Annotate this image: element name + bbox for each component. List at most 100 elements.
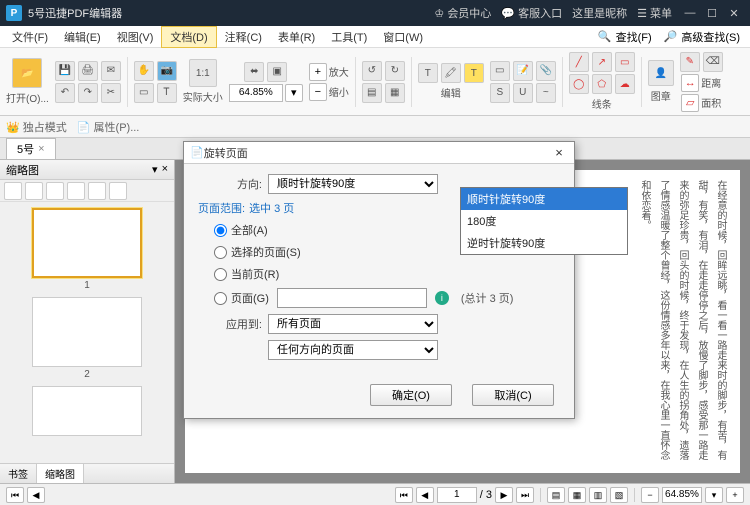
doc-tab[interactable]: 5号×: [6, 138, 56, 159]
sb-zoom-input[interactable]: [662, 487, 702, 503]
menu-form[interactable]: 表单(R): [270, 27, 323, 47]
rotate-left-icon[interactable]: ↺: [362, 61, 382, 81]
sb-first[interactable]: ⏮: [395, 487, 413, 503]
save-icon[interactable]: 💾: [55, 61, 75, 81]
sb-next[interactable]: ▶: [495, 487, 513, 503]
hamburger-menu[interactable]: ☰ 菜单: [637, 5, 672, 21]
menu-view[interactable]: 视图(V): [109, 27, 162, 47]
textbox-icon[interactable]: ▭: [490, 61, 510, 81]
member-center-link[interactable]: ♔ 会员中心: [434, 5, 491, 21]
maximize-button[interactable]: ☐: [702, 7, 722, 20]
actual-size-icon[interactable]: 1:1: [189, 59, 217, 87]
underline-icon[interactable]: U: [513, 83, 533, 103]
highlight-icon[interactable]: T: [464, 63, 484, 83]
thumbnail-1[interactable]: 1: [32, 208, 142, 291]
snapshot-icon[interactable]: 📷: [157, 61, 177, 81]
sb-layout-1[interactable]: ▤: [547, 487, 565, 503]
sb-zoom-in[interactable]: +: [726, 487, 744, 503]
polygon-icon[interactable]: ⬠: [592, 74, 612, 94]
exclusive-mode[interactable]: 👑 独占模式: [6, 119, 67, 135]
area-icon[interactable]: ▱: [681, 94, 699, 112]
radio-current[interactable]: 当前页(R): [214, 266, 560, 282]
thumb-tool-2[interactable]: [25, 182, 43, 200]
foot-thumbnails[interactable]: 缩略图: [37, 464, 84, 483]
note-icon[interactable]: 📝: [513, 61, 533, 81]
sb-layout-3[interactable]: ▥: [589, 487, 607, 503]
squiggly-icon[interactable]: ~: [536, 83, 556, 103]
cut-icon[interactable]: ✂: [101, 83, 121, 103]
eraser-icon[interactable]: ⌫: [703, 52, 723, 72]
sb-prev[interactable]: ◀: [416, 487, 434, 503]
open-icon[interactable]: 📂: [12, 58, 42, 88]
zoom-in-button[interactable]: +: [309, 63, 327, 81]
redo-icon[interactable]: ↷: [78, 83, 98, 103]
strikeout-icon[interactable]: S: [490, 83, 510, 103]
zoom-input[interactable]: [229, 84, 283, 102]
foot-bookmarks[interactable]: 书签: [0, 464, 37, 483]
menu-file[interactable]: 文件(F): [4, 27, 56, 47]
option-180[interactable]: 180度: [461, 210, 627, 232]
print-icon[interactable]: 🖨: [78, 61, 98, 81]
menu-comment[interactable]: 注释(C): [217, 27, 270, 47]
thumb-tool-3[interactable]: [46, 182, 64, 200]
minimize-button[interactable]: —: [680, 7, 700, 20]
line-icon[interactable]: ╱: [569, 52, 589, 72]
panel-menu-icon[interactable]: ▾: [152, 163, 158, 176]
advanced-find-button[interactable]: 🔎高级查找(S): [658, 29, 746, 45]
menu-edit[interactable]: 编辑(E): [56, 27, 109, 47]
radio-pages[interactable]: 页面(G) i (总计 3 页): [214, 288, 560, 308]
panel-close-icon[interactable]: ×: [162, 163, 168, 176]
attach-icon[interactable]: 📎: [536, 61, 556, 81]
text-select-icon[interactable]: Ꭲ: [157, 83, 177, 103]
apply-pages-select[interactable]: 所有页面: [268, 314, 438, 334]
apply-orientation-select[interactable]: 任何方向的页面: [268, 340, 438, 360]
zoom-dropdown[interactable]: ▾: [285, 84, 303, 102]
cloud-icon[interactable]: ☁: [615, 74, 635, 94]
find-button[interactable]: 🔍查找(F): [592, 29, 658, 45]
direction-select[interactable]: 顺时针旋转90度: [268, 174, 438, 194]
thumb-tool-4[interactable]: [67, 182, 85, 200]
page-input[interactable]: [437, 487, 477, 503]
distance-icon[interactable]: ↔: [681, 74, 699, 92]
thumb-tool-6[interactable]: [109, 182, 127, 200]
mail-icon[interactable]: ✉: [101, 61, 121, 81]
hand-icon[interactable]: ✋: [134, 61, 154, 81]
thumb-tool-1[interactable]: [4, 182, 22, 200]
fit-page-icon[interactable]: ▣: [267, 62, 287, 82]
sb-prev-page[interactable]: ◀: [27, 487, 45, 503]
thumbnail-3[interactable]: [32, 386, 142, 436]
stamp-icon[interactable]: 👤: [648, 60, 674, 86]
thumbnail-2[interactable]: 2: [32, 297, 142, 380]
properties-button[interactable]: 📄 属性(P)...: [77, 119, 140, 135]
pencil-icon[interactable]: ✎: [680, 52, 700, 72]
sb-zoom-out[interactable]: −: [641, 487, 659, 503]
sb-last[interactable]: ⏭: [516, 487, 534, 503]
dialog-close-button[interactable]: ×: [550, 145, 568, 160]
cancel-button[interactable]: 取消(C): [472, 384, 554, 406]
rect-icon[interactable]: ▭: [615, 52, 635, 72]
edit-image-icon[interactable]: 🖍: [441, 63, 461, 83]
pages-input[interactable]: [277, 288, 427, 308]
sb-zoom-dropdown[interactable]: ▾: [705, 487, 723, 503]
arrow-icon[interactable]: ↗: [592, 52, 612, 72]
thumb-tool-5[interactable]: [88, 182, 106, 200]
fit-width-icon[interactable]: ⬌: [244, 62, 264, 82]
option-ccw90[interactable]: 逆时针旋转90度: [461, 232, 627, 254]
sb-layout-2[interactable]: ▦: [568, 487, 586, 503]
sb-first-page[interactable]: ⏮: [6, 487, 24, 503]
option-cw90[interactable]: 顺时针旋转90度: [461, 188, 627, 210]
oval-icon[interactable]: ◯: [569, 74, 589, 94]
menu-tools[interactable]: 工具(T): [323, 27, 375, 47]
zoom-out-button[interactable]: −: [309, 83, 327, 101]
rotate-right-icon[interactable]: ↻: [385, 61, 405, 81]
info-icon[interactable]: i: [435, 291, 449, 305]
close-button[interactable]: ✕: [724, 7, 744, 20]
undo-icon[interactable]: ↶: [55, 83, 75, 103]
close-tab-icon[interactable]: ×: [38, 143, 44, 155]
sb-layout-4[interactable]: ▧: [610, 487, 628, 503]
ok-button[interactable]: 确定(O): [370, 384, 452, 406]
support-link[interactable]: 💬 客服入口: [501, 5, 562, 21]
page-layout-icon[interactable]: ▤: [362, 83, 382, 103]
menu-window[interactable]: 窗口(W): [375, 27, 431, 47]
page-layout2-icon[interactable]: ▦: [385, 83, 405, 103]
